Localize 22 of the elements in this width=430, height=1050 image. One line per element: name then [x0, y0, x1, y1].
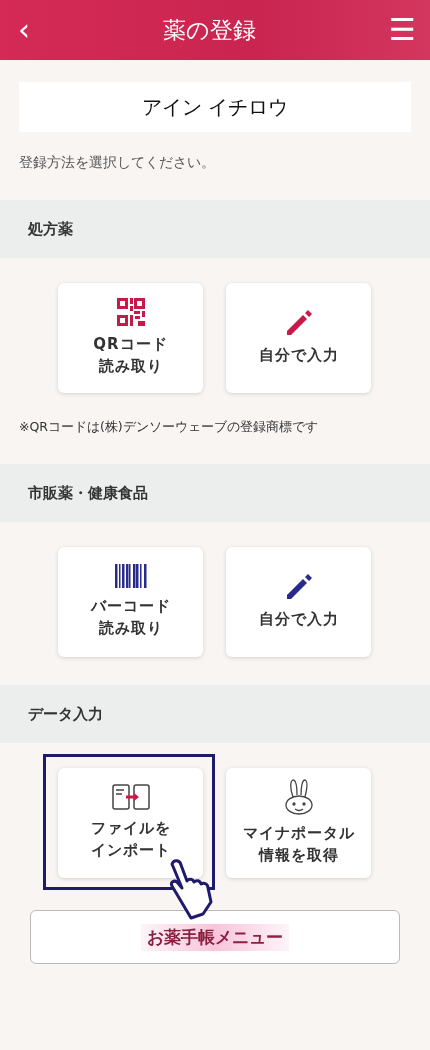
option-card[interactable]: マイナポータル 情報を取得	[226, 768, 371, 878]
barcode-icon	[114, 564, 147, 589]
section-header: 処方薬	[0, 200, 430, 258]
pencil-icon	[284, 573, 313, 602]
section-header: 市販薬・健康食品	[0, 464, 430, 522]
pencil-icon	[284, 309, 313, 338]
option-card[interactable]: 自分で入力	[226, 547, 371, 657]
trademark-note: ※QRコードは(株)デンソーウェーブの登録商標です	[19, 419, 319, 436]
rabbit-icon	[282, 779, 315, 816]
option-card[interactable]: バーコード 読み取り	[58, 547, 203, 657]
option-card[interactable]: 自分で入力	[226, 283, 371, 393]
patient-name: アイン イチロウ	[19, 82, 411, 132]
option-card[interactable]: QRコード 読み取り	[58, 283, 203, 393]
instruction-text: 登録方法を選択してください。	[19, 154, 216, 172]
file-transfer-icon	[111, 784, 150, 811]
option-card[interactable]: ファイルを インポート	[58, 768, 203, 878]
notebook-menu-button[interactable]: お薬手帳メニュー	[30, 910, 400, 964]
menu-button[interactable]: ☰	[389, 15, 416, 45]
qr-code-icon	[116, 298, 145, 327]
back-button[interactable]: ‹	[18, 15, 30, 45]
section-header: データ入力	[0, 685, 430, 743]
page-title: 薬の登録	[163, 15, 257, 45]
